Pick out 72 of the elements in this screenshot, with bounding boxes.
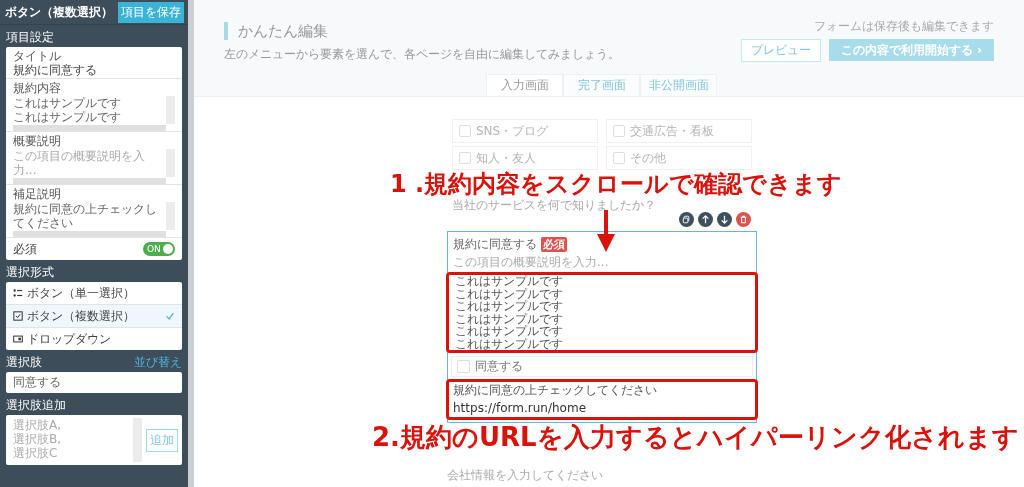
panel-title: ボタン（複数選択） [5,3,113,21]
check-icon [165,311,175,321]
scrollbar[interactable] [13,125,166,131]
copy-icon[interactable] [679,212,694,227]
save-note: フォームは保存後も編集できます [814,18,994,35]
description-placeholder: この項目の概要説明を入力... [452,254,610,271]
checkbox[interactable] [613,125,625,137]
arrow-down-icon[interactable] [717,212,732,227]
dropdown-icon [13,334,23,344]
scrollbar[interactable] [13,231,166,237]
option-label: 知人・友人 [476,149,536,167]
section-label: 選択形式 [6,265,55,279]
tab[interactable]: 完了画面 [563,74,640,96]
section-label: 選択肢追加 [6,398,67,412]
scrollbar[interactable] [188,0,194,487]
preview-button[interactable]: プレビュー [741,39,821,62]
checkbox-option[interactable]: SNS・ブログ [452,119,598,143]
terms-text: これはサンプルです これはサンプルです これはサンプルです これはサンプルです これはサンプルです これはサンプルです [455,275,564,350]
choices-textarea[interactable]: 選択肢A, 選択肢B, 選択肢C [13,418,142,462]
checkbox-icon [13,311,23,321]
note-text: 規約に同意の上チェックしてください [453,383,658,397]
url-link[interactable]: https://form.run/home [453,401,586,415]
text-input[interactable]: 会社情報を入力してください [447,465,603,486]
format-option[interactable]: ドロップダウン [6,328,182,350]
field-label: 規約内容 [13,81,62,95]
question-title: 規約に同意する [453,236,537,253]
title-input[interactable]: 規約に同意する [13,63,175,78]
field-label: 概要説明 [13,134,62,148]
scrollbar[interactable] [166,149,175,177]
field-label: 必須 [13,240,37,258]
checkbox[interactable] [613,152,625,164]
section-label: 項目設定 [6,30,55,44]
checkbox-option[interactable]: その他 [606,146,752,170]
checkbox-option[interactable]: 同意する [451,356,753,377]
arrow-down-icon [596,210,616,252]
option-label: 交通広告・看板 [630,122,714,140]
start-button[interactable]: この内容で利用開始する › [829,39,994,61]
required-badge: 必須 [541,237,567,252]
tab[interactable]: 非公開画面 [640,74,717,96]
section-label: 選択肢 [6,355,42,369]
list-icon [13,288,23,298]
annotation-text: 1 .規約内容をスクロールで確認できます [390,172,843,196]
checkbox[interactable] [459,125,471,137]
tab[interactable]: 入力画面 [486,74,563,96]
field-label: タイトル [13,49,62,63]
sort-link[interactable]: 並び替え [134,355,182,369]
annotation-text: 2.規約のURLを入力するとハイパーリンク化されます [372,424,1019,450]
arrow-up-icon[interactable] [698,212,713,227]
option-label: 同意する [475,358,523,375]
terms-textarea[interactable]: これはサンプルです これはサンプルです [13,96,175,131]
page-subtitle: 左のメニューから要素を選んで、各ページを自由に編集してみましょう。 [224,46,620,63]
question-card[interactable]: 規約に同意する 必須 この項目の概要説明を入力... これはサンプルです これはサンプルです これはサンプルです これはサンプルです これはサンプルです これはサンプルです 同意する 規約に同意の上チェックしてください https://form.run/home [447,231,757,423]
option-label: SNS・ブログ [476,122,549,140]
scrollbar[interactable] [166,96,175,124]
checkbox-option[interactable]: 交通広告・看板 [606,119,752,143]
checkbox[interactable] [459,152,471,164]
checkbox[interactable] [457,360,470,373]
checkbox-option[interactable]: 知人・友人 [452,146,598,170]
trash-icon[interactable] [736,212,751,227]
add-button[interactable]: 追加 [146,428,178,452]
summary-textarea[interactable]: この項目の概要説明を入力... [13,149,175,184]
toggle-switch[interactable]: ON [143,242,175,256]
option-label: その他 [630,149,666,167]
note-textarea[interactable]: 規約に同意の上チェックし てください [13,202,175,237]
save-button[interactable]: 項目を保存 [118,1,184,23]
choice-input[interactable]: 同意する [6,372,182,393]
field-label: 補足説明 [13,187,62,201]
scrollbar[interactable] [13,178,166,184]
format-option[interactable]: ボタン（複数選択） [6,305,182,328]
question-label: 当社のサービスを何で知りましたか？ [452,197,657,214]
scrollbar[interactable] [166,202,175,230]
page-title: かんたん編集 [224,22,620,40]
